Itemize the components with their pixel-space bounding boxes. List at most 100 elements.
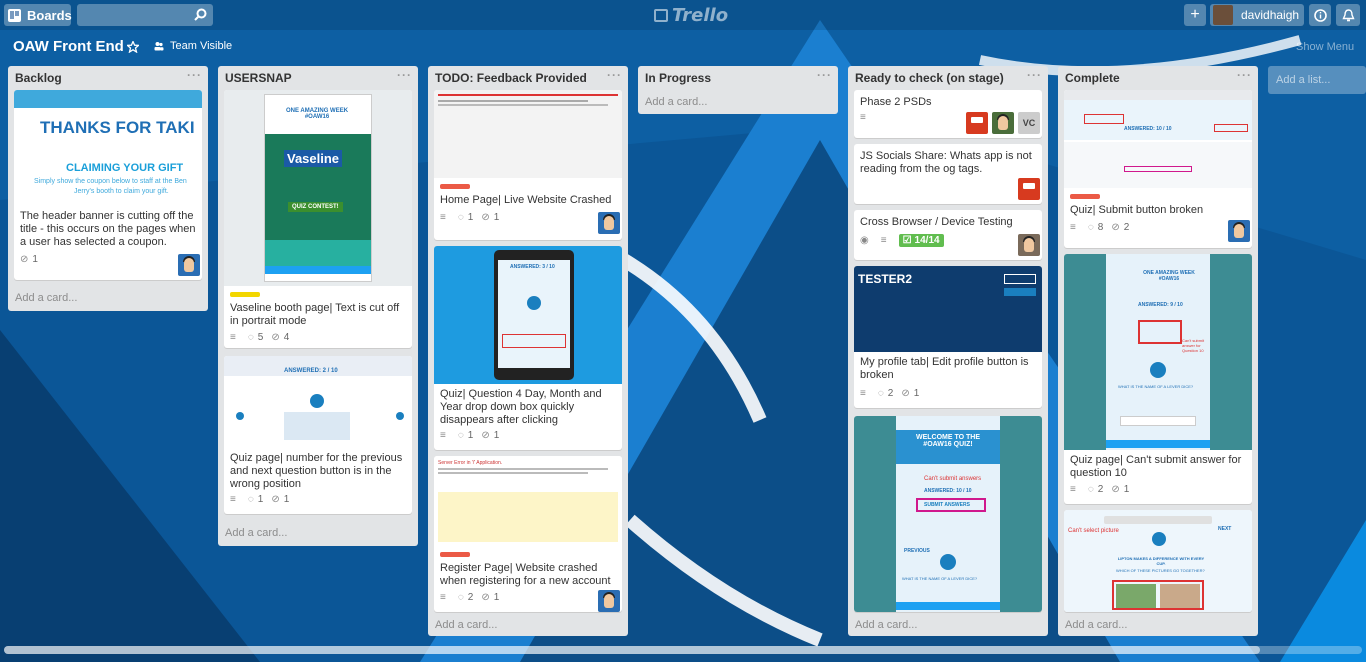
add-card-link[interactable]: Add a card... — [225, 527, 287, 539]
list-header[interactable]: Backlog ··· — [8, 66, 208, 88]
comment-icon: ◌ — [247, 332, 254, 343]
avatar[interactable] — [1018, 178, 1040, 200]
list-usersnap: USERSNAP ··· ONE AMAZING WEEK #OAW16 Vas… — [218, 66, 418, 546]
card-cover-image: Can't select picture NEXT LIPTON MAKES A… — [1064, 510, 1252, 612]
username: davidhaigh — [1241, 8, 1300, 22]
comments-count: 1 — [467, 212, 474, 223]
list-menu-icon[interactable]: ··· — [397, 68, 412, 82]
list-in-progress: In Progress ··· Add a card... — [638, 66, 838, 114]
list-title[interactable]: TODO: Feedback Provided — [435, 71, 587, 85]
list-card[interactable]: Server Error in '/' Application. Registe… — [434, 456, 622, 612]
add-card-link[interactable]: Add a card... — [645, 96, 707, 108]
board-scrollbar[interactable] — [4, 646, 1362, 654]
notifications-button[interactable] — [1336, 4, 1360, 26]
list-title[interactable]: USERSNAP — [225, 71, 292, 85]
paperclip-icon: ⊘ — [481, 592, 490, 603]
avatar[interactable] — [1228, 220, 1250, 242]
user-menu-button[interactable]: davidhaigh — [1210, 4, 1304, 26]
avatar[interactable] — [992, 112, 1014, 134]
list-header[interactable]: Complete ··· — [1058, 66, 1258, 88]
attachments-badge: ⊘ 1 — [481, 212, 499, 223]
avatar[interactable] — [598, 590, 620, 612]
card-title: Phase 2 PSDs — [860, 96, 932, 108]
search-input[interactable] — [77, 4, 213, 26]
boards-label: Boards — [27, 7, 72, 23]
list-card[interactable]: ONE AMAZING WEEK #OAW16 ANSWERED: 9 / 10… — [1064, 254, 1252, 504]
paperclip-icon: ⊘ — [1111, 222, 1120, 233]
avatar[interactable] — [1018, 234, 1040, 256]
list-header[interactable]: TODO: Feedback Provided ··· — [428, 66, 628, 88]
list-card[interactable]: WELCOME TO THE #OAW16 QUIZ! Can't submit… — [854, 416, 1042, 612]
boards-button[interactable]: Boards — [4, 4, 72, 26]
avatar[interactable] — [966, 112, 988, 134]
list-menu-icon[interactable]: ··· — [187, 68, 202, 82]
card-title: Quiz| Submit button broken — [1070, 204, 1204, 216]
list-menu-icon[interactable]: ··· — [607, 68, 622, 82]
attachments-badge: ⊘ 2 — [1111, 222, 1129, 233]
description-badge: ≡ — [230, 494, 240, 505]
description-icon: ≡ — [230, 332, 236, 343]
info-button[interactable] — [1309, 4, 1331, 26]
list-header[interactable]: USERSNAP ··· — [218, 66, 418, 88]
add-card-link[interactable]: Add a card... — [15, 292, 77, 304]
add-button[interactable]: + — [1184, 4, 1206, 26]
description-icon: ≡ — [860, 112, 866, 123]
list-card[interactable]: ANSWERED: 10 / 10 Quiz| Submit button br… — [1064, 90, 1252, 248]
list-menu-icon[interactable]: ··· — [1237, 68, 1252, 82]
attachments-count: 1 — [1123, 484, 1130, 495]
description-badge: ≡ — [1070, 484, 1080, 495]
card-cover-image: ANSWERED: 2 / 10 — [224, 356, 412, 448]
list-header[interactable]: In Progress ··· — [638, 66, 838, 88]
list-card[interactable]: Phase 2 PSDs ≡ VC — [854, 90, 1042, 138]
star-icon[interactable] — [125, 39, 141, 54]
scrollbar-thumb[interactable] — [4, 646, 1260, 654]
list-title[interactable]: Ready to check (on stage) — [855, 71, 1004, 85]
attachments-badge: ⊘ 1 — [481, 592, 499, 603]
cover-annotation: Can't submit answers — [924, 476, 982, 482]
list-header[interactable]: Ready to check (on stage) ··· — [848, 66, 1048, 88]
add-card-link[interactable]: Add a card... — [435, 619, 497, 631]
comments-count: 1 — [257, 494, 264, 505]
board-title[interactable]: OAW Front End — [13, 38, 124, 55]
add-card-link[interactable]: Add a card... — [1065, 619, 1127, 631]
avatar[interactable]: VC — [1018, 112, 1040, 134]
label-red — [440, 552, 470, 557]
card-badges: ⊘ 1 — [20, 254, 46, 265]
attachments-count: 1 — [32, 254, 38, 265]
avatar — [1213, 5, 1233, 25]
comments-badge: ◌ 5 — [248, 332, 264, 343]
list-title[interactable]: Complete — [1065, 71, 1120, 85]
comments-badge: ◌ 1 — [248, 494, 264, 505]
cover-text: Simply show the coupon below to staff at… — [34, 178, 187, 185]
list-card[interactable]: Cross Browser / Device Testing ◉ ≡ ☑ 14/1… — [854, 210, 1042, 260]
description-icon: ≡ — [440, 212, 446, 223]
list-card[interactable]: Can't select picture NEXT LIPTON MAKES A… — [1064, 510, 1252, 612]
list-card[interactable]: ANSWERED: 2 / 10 Quiz page| number for t… — [224, 356, 412, 514]
list-title[interactable]: In Progress — [645, 71, 711, 85]
show-menu-link[interactable]: Show Menu — [1296, 41, 1354, 53]
card-badges: ≡ ◌ 2 ⊘ 1 — [440, 592, 507, 603]
avatar[interactable] — [598, 212, 620, 234]
description-icon: ≡ — [230, 494, 236, 505]
list-card[interactable]: THANKS FOR TAKI CLAIMING YOUR GIFT Simpl… — [14, 90, 202, 280]
add-list-button[interactable]: Add a list... — [1268, 66, 1366, 94]
list-menu-icon[interactable]: ··· — [1027, 68, 1042, 82]
list-menu-icon[interactable]: ··· — [817, 68, 832, 82]
search-icon[interactable] — [194, 8, 207, 21]
list-card[interactable]: TESTER2 My profile tab| Edit profile but… — [854, 266, 1042, 408]
description-badge: ≡ — [440, 212, 450, 223]
card-badges: ≡ ◌ 8 ⊘ 2 — [1070, 222, 1137, 233]
plus-icon: + — [1190, 6, 1200, 23]
list-title[interactable]: Backlog — [15, 71, 62, 85]
list-card[interactable]: ONE AMAZING WEEK #OAW16 Vaseline QUIZ CO… — [224, 90, 412, 348]
logo-text: Trello — [672, 4, 729, 26]
avatar[interactable] — [178, 254, 200, 276]
card-badges: ≡ — [860, 112, 878, 123]
add-card-link[interactable]: Add a card... — [855, 619, 917, 631]
list-card[interactable]: Home Page| Live Website Crashed ≡ ◌ 1 ⊘ 1 — [434, 90, 622, 240]
description-badge: ≡ — [440, 430, 450, 441]
visibility-button[interactable]: Team Visible — [154, 40, 232, 52]
trello-logo[interactable]: Trello — [654, 4, 728, 26]
list-card[interactable]: ANSWERED: 3 / 10 Quiz| Question 4 Day, M… — [434, 246, 622, 450]
list-card[interactable]: JS Socials Share: Whats app is not readi… — [854, 144, 1042, 204]
